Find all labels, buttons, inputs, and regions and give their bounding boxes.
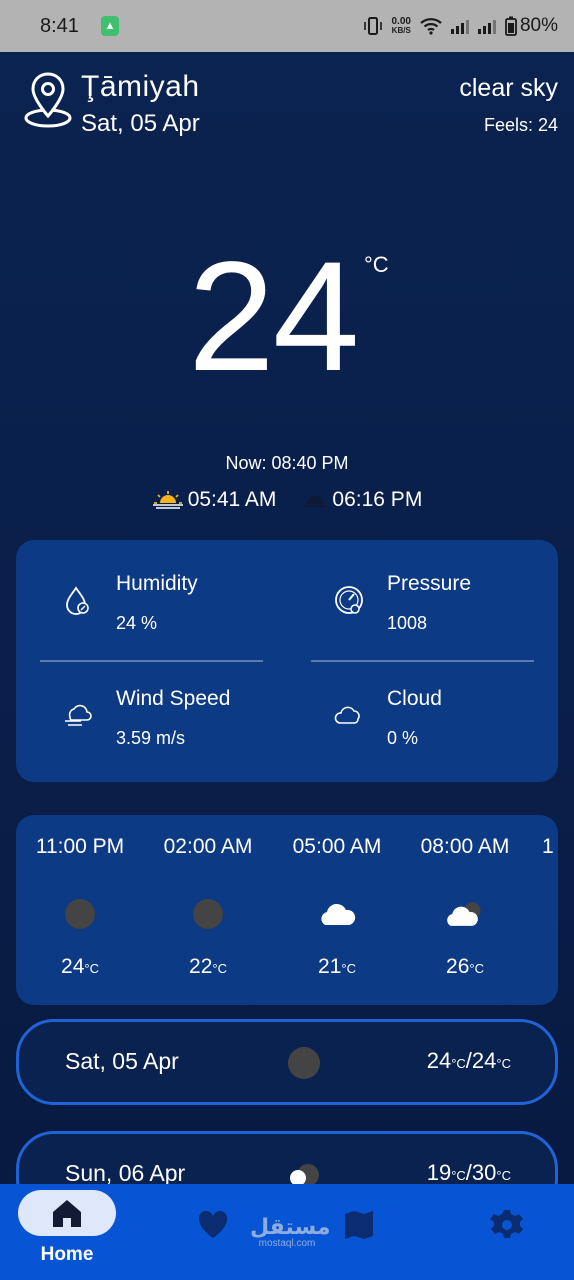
detail-value: 24 % bbox=[116, 613, 158, 633]
temperature-unit: °C bbox=[364, 252, 389, 277]
daily-temp-min: 30 bbox=[471, 1160, 497, 1184]
pressure-icon bbox=[335, 586, 363, 614]
humidity-icon bbox=[66, 586, 89, 615]
net-speed-unit: KB/S bbox=[391, 26, 411, 35]
daily-temp-min: 24 bbox=[471, 1048, 497, 1073]
watermark-url: mostaql.com bbox=[258, 1238, 316, 1249]
location-header: Ţāmiyah Sat, 05 Apr clear sky Feels: 24 bbox=[24, 70, 558, 140]
current-date: Sat, 05 Apr bbox=[81, 110, 200, 137]
current-time: Now: 08:40 PM bbox=[225, 453, 349, 473]
status-right: 0.00 KB/S 80% bbox=[363, 15, 558, 37]
hourly-temp-row: 21°C bbox=[273, 955, 401, 979]
daily-temp: 19°C/30°C bbox=[426, 1160, 511, 1184]
detail-pressure: Pressure 1008 bbox=[287, 540, 527, 650]
detail-value: 3.59 m/s bbox=[116, 728, 186, 748]
hourly-item[interactable]: 05:00 AM 21°C bbox=[273, 835, 401, 979]
daily-unit: °C bbox=[496, 1056, 511, 1071]
sunset-time: 06:16 PM bbox=[332, 488, 423, 511]
city-name: Ţāmiyah bbox=[81, 70, 200, 103]
hourly-temp-row: 22°C bbox=[144, 955, 272, 979]
hourly-time: 05:00 AM bbox=[292, 835, 382, 858]
signal-icon-2 bbox=[477, 18, 496, 34]
hourly-item[interactable]: 1 bbox=[530, 835, 558, 859]
hourly-unit: °C bbox=[469, 961, 484, 976]
signal-icon bbox=[450, 18, 469, 34]
feels-like: Feels: 24 bbox=[483, 115, 558, 135]
hourly-item[interactable]: 02:00 AM 22°C bbox=[144, 835, 272, 979]
weather-screen: Ţāmiyah Sat, 05 Apr clear sky Feels: 24 … bbox=[0, 52, 574, 1184]
hourly-item[interactable]: 11:00 PM 24°C bbox=[16, 835, 144, 979]
bottom-navigation: Home مستقل mostaql.com bbox=[0, 1184, 574, 1280]
detail-label: Pressure bbox=[387, 572, 472, 595]
hourly-item[interactable]: 08:00 AM 26°C bbox=[401, 835, 529, 979]
hourly-temp: 21 bbox=[318, 955, 342, 978]
vibrate-icon bbox=[363, 17, 382, 35]
net-speed: 0.00 KB/S bbox=[391, 16, 411, 36]
sun-times: 05:41 AM 06:16 PM bbox=[0, 488, 574, 512]
weather-condition: clear sky bbox=[459, 74, 558, 102]
partly-cloudy-icon bbox=[447, 902, 481, 926]
moon-icon bbox=[288, 1047, 320, 1079]
daily-date: Sat, 05 Apr bbox=[65, 1048, 179, 1074]
location-pin-icon[interactable] bbox=[24, 70, 72, 128]
daily-unit: °C bbox=[496, 1168, 511, 1183]
detail-label: Cloud bbox=[387, 687, 442, 710]
hourly-temp-row: 26°C bbox=[401, 955, 529, 979]
daily-item[interactable]: Sat, 05 Apr 24°C/24°C bbox=[16, 1019, 558, 1105]
weather-details-card: Humidity 24 % Pressure 1008 Wind Speed 3… bbox=[16, 540, 558, 782]
hourly-temp: 24 bbox=[61, 955, 85, 978]
hourly-unit: °C bbox=[341, 961, 356, 976]
hourly-time: 11:00 PM bbox=[35, 835, 125, 858]
detail-value: 1008 bbox=[387, 613, 428, 633]
current-temperature: 24 bbox=[188, 230, 360, 404]
gear-icon[interactable] bbox=[490, 1208, 524, 1242]
daily-unit: °C bbox=[451, 1168, 466, 1183]
watermark-text: مستقل bbox=[250, 1214, 331, 1239]
sunrise-time: 05:41 AM bbox=[187, 488, 277, 511]
detail-label: Wind Speed bbox=[116, 687, 231, 710]
status-time: 8:41 bbox=[40, 14, 79, 37]
hourly-temp: 22 bbox=[189, 955, 213, 978]
detail-label: Humidity bbox=[116, 572, 198, 595]
battery-icon bbox=[505, 16, 517, 36]
hourly-time: 02:00 AM bbox=[163, 835, 253, 858]
cloud-icon bbox=[334, 706, 360, 724]
current-temperature-wrap: 24 bbox=[188, 230, 368, 404]
net-speed-value: 0.00 bbox=[391, 16, 411, 27]
daily-temp-max: 19 bbox=[426, 1160, 452, 1184]
charging-notification-icon: ▲ bbox=[100, 16, 119, 36]
hourly-unit: °C bbox=[212, 961, 227, 976]
daily-item[interactable]: Sun, 06 Apr 19°C/30°C bbox=[16, 1131, 558, 1184]
daily-date: Sun, 06 Apr bbox=[65, 1160, 186, 1184]
watermark: مستقل mostaql.com bbox=[250, 1214, 331, 1250]
hourly-forecast-card[interactable]: 11:00 PM 24°C 02:00 AM 22°C 05:00 AM 21°… bbox=[16, 815, 558, 1005]
home-icon bbox=[53, 1200, 81, 1227]
nav-home-label[interactable]: Home bbox=[18, 1244, 116, 1266]
hourly-temp-row: 24°C bbox=[16, 955, 144, 979]
moon-icon bbox=[65, 899, 95, 929]
nav-home-button[interactable] bbox=[18, 1190, 116, 1236]
sunrise-icon bbox=[152, 491, 183, 509]
cloud-icon bbox=[321, 903, 356, 925]
wind-icon bbox=[65, 704, 92, 726]
map-icon[interactable] bbox=[342, 1208, 376, 1242]
status-bar: 8:41 ▲ 0.00 KB/S 80% bbox=[0, 0, 574, 52]
sunset-icon bbox=[304, 496, 327, 507]
partly-cloudy-icon bbox=[290, 1164, 319, 1184]
daily-unit: °C bbox=[451, 1056, 466, 1071]
hourly-unit: °C bbox=[84, 961, 99, 976]
moon-icon bbox=[193, 899, 223, 929]
detail-humidity: Humidity 24 % bbox=[16, 540, 256, 650]
daily-temp-max: 24 bbox=[426, 1048, 452, 1073]
daily-temp: 24°C/24°C bbox=[426, 1048, 511, 1073]
detail-wind-speed: Wind Speed 3.59 m/s bbox=[16, 655, 256, 765]
battery-percent: 80% bbox=[519, 15, 558, 36]
detail-value: 0 % bbox=[387, 728, 419, 748]
wifi-icon bbox=[420, 18, 442, 35]
hourly-temp: 26 bbox=[446, 955, 470, 978]
hourly-time: 1 bbox=[542, 835, 554, 858]
detail-cloud: Cloud 0 % bbox=[287, 655, 527, 765]
hourly-time: 08:00 AM bbox=[420, 835, 510, 858]
heart-icon[interactable] bbox=[196, 1208, 230, 1242]
